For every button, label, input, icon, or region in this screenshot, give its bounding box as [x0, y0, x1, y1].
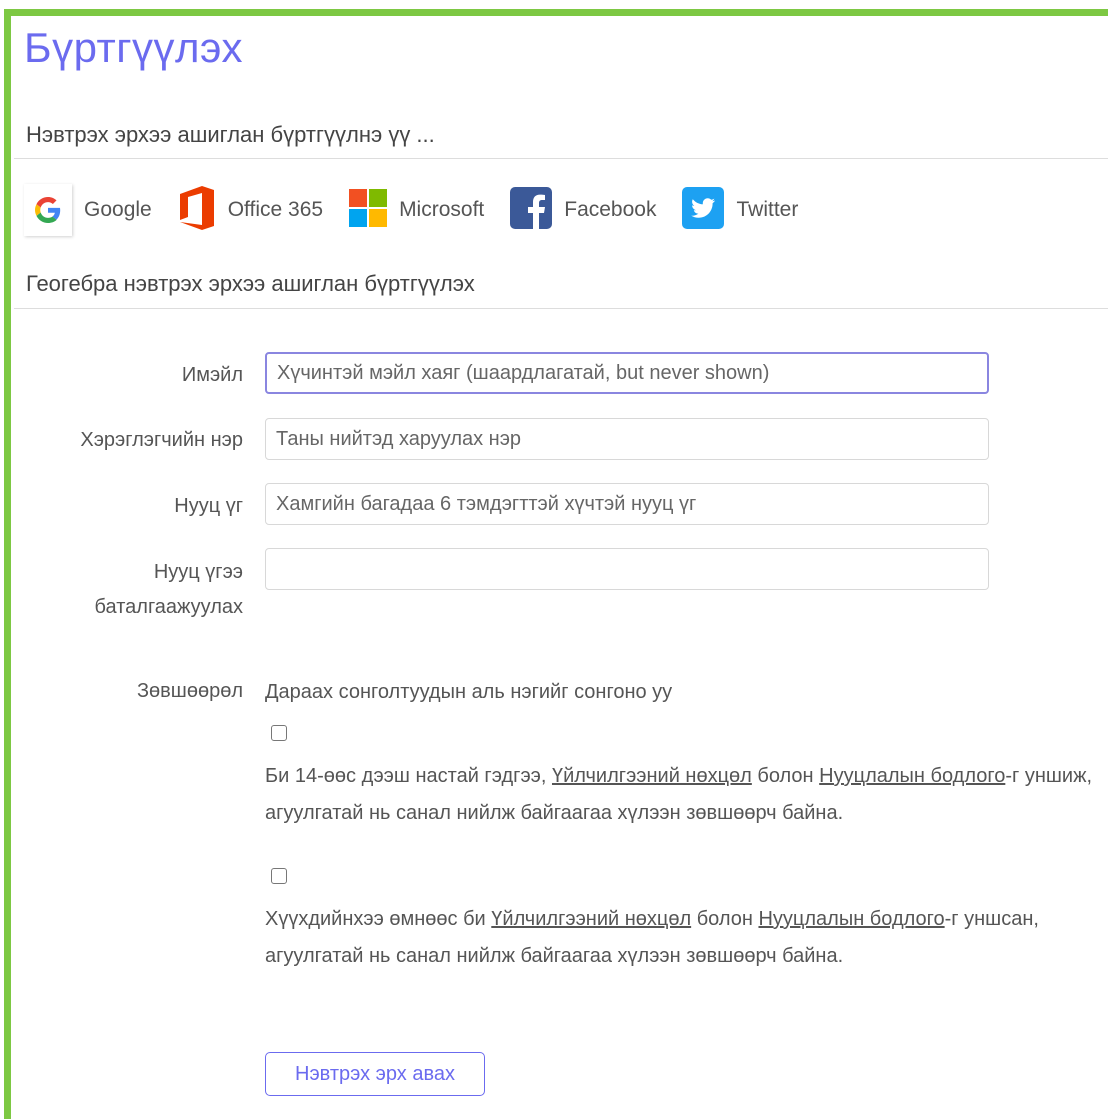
facebook-login-button[interactable]: Facebook: [510, 186, 657, 234]
divider: [14, 308, 1108, 309]
privacy-link[interactable]: Нууцлалын бодлого: [819, 765, 1005, 787]
terms-link[interactable]: Үйлчилгээний нөхцөл: [552, 765, 752, 787]
consent-checkbox-self[interactable]: [271, 725, 287, 741]
privacy-link[interactable]: Нууцлалын бодлого: [758, 908, 944, 930]
office365-label: Office 365: [227, 198, 324, 221]
password-input[interactable]: [265, 483, 989, 525]
username-input[interactable]: [265, 418, 989, 460]
consent-option-self: Би 14-өөс дээш настай гэдгээ, Үйлчилгээн…: [265, 758, 1105, 832]
consent-text-part: Хүүхдийнхээ өмнөөс би: [265, 908, 492, 930]
consent-option-child: Хүүхдийнхээ өмнөөс би Үйлчилгээний нөхцө…: [265, 901, 1105, 975]
confirm-password-label: Нууц үгээ баталгаажуулах: [95, 555, 243, 625]
confirm-label-line2: баталгаажуулах: [94, 596, 243, 618]
google-label: Google: [84, 198, 152, 221]
consent-intro: Дараах сонголтуудын аль нэгийг сонгоно у…: [265, 681, 673, 703]
email-label: Имэйл: [181, 364, 243, 386]
twitter-icon: [682, 186, 725, 234]
facebook-label: Facebook: [564, 198, 657, 221]
terms-link[interactable]: Үйлчилгээний нөхцөл: [491, 908, 691, 930]
email-input[interactable]: [265, 352, 989, 394]
confirm-password-input[interactable]: [265, 548, 989, 590]
username-label: Хэрэглэгчийн нэр: [80, 429, 243, 451]
microsoft-label: Microsoft: [399, 198, 485, 221]
confirm-label-line1: Нууц үгээ: [153, 561, 243, 583]
twitter-login-button[interactable]: Twitter: [682, 186, 799, 234]
password-label: Нууц үг: [174, 495, 243, 517]
divider: [14, 158, 1108, 159]
get-account-button[interactable]: Нэвтрэх эрх авах: [265, 1052, 485, 1096]
twitter-label: Twitter: [736, 198, 799, 221]
form-heading: Геогебра нэвтрэх эрхээ ашиглан бүртгүүлэ…: [26, 271, 475, 296]
google-login-button[interactable]: Google: [24, 184, 152, 236]
social-providers: Google Office 365 Microsoft Facebook Twi…: [24, 182, 824, 238]
office365-icon: [178, 185, 216, 235]
page-title: Бүртгүүлэх: [24, 24, 244, 71]
consent-text-part: болон: [751, 765, 820, 787]
google-icon: [24, 184, 72, 236]
consent-text-part: болон: [691, 908, 759, 930]
consent-checkbox-child[interactable]: [271, 868, 287, 884]
office365-login-button[interactable]: Office 365: [178, 185, 324, 235]
social-heading: Нэвтрэх эрхээ ашиглан бүртгүүлнэ үү ...: [26, 122, 435, 147]
consent-text-part: Би 14-өөс дээш настай гэдгээ,: [265, 765, 552, 787]
microsoft-icon: [349, 188, 388, 232]
facebook-icon: [510, 186, 553, 234]
consent-label: Зөвшөөрөл: [136, 680, 243, 702]
microsoft-login-button[interactable]: Microsoft: [349, 188, 485, 232]
